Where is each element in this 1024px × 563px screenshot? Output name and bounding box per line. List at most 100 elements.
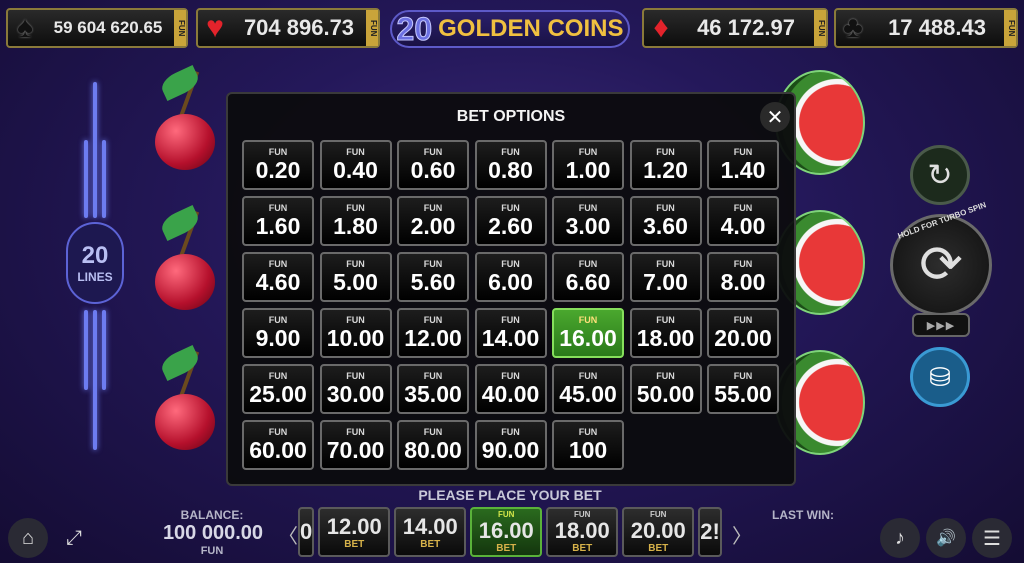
bet-option[interactable]: FUN 0.80 <box>474 140 547 190</box>
jackpot-spade: ♠ 59 604 620.65 FUN <box>6 8 188 48</box>
jackpot-currency: FUN <box>1004 10 1016 46</box>
bet-option[interactable]: FUN 14.00 <box>474 308 547 358</box>
bet-option-currency: FUN <box>656 315 675 325</box>
fullscreen-icon[interactable]: ⤢ <box>54 518 94 558</box>
bet-option-currency: FUN <box>656 147 675 157</box>
coins-icon: ⛁ <box>929 361 951 392</box>
bet-strip-label: BET <box>344 538 365 550</box>
bet-option-value: 14.00 <box>481 325 540 351</box>
bet-strip-label: BET <box>420 538 441 550</box>
bet-option[interactable]: FUN 40.00 <box>474 364 547 414</box>
bet-options-button[interactable]: ⛁ <box>910 347 970 407</box>
bet-option[interactable]: FUN 6.00 <box>474 252 547 302</box>
lines-count: 20 <box>81 242 109 269</box>
bet-option[interactable]: FUN 70.00 <box>319 420 392 470</box>
bet-option[interactable]: FUN 16.00 <box>552 308 624 358</box>
bet-option[interactable]: FUN 12.00 <box>397 308 469 358</box>
autoplay-button[interactable]: ↻ <box>910 145 970 205</box>
bet-option[interactable]: FUN 3.60 <box>629 196 702 246</box>
bet-strip-item[interactable]: 2! <box>698 507 722 557</box>
bet-option-currency: FUN <box>346 147 365 157</box>
bet-option-value: 100 <box>568 437 608 463</box>
bet-option[interactable]: FUN 18.00 <box>629 308 702 358</box>
bet-option-currency: FUN <box>578 147 598 157</box>
bet-option[interactable]: FUN 45.00 <box>552 364 624 414</box>
bet-option[interactable]: FUN 2.60 <box>474 196 547 246</box>
bet-option-currency: FUN <box>268 427 288 437</box>
bet-option[interactable]: FUN 4.00 <box>707 196 779 246</box>
bet-option[interactable]: FUN 3.00 <box>552 196 624 246</box>
bet-option[interactable]: FUN 55.00 <box>707 364 779 414</box>
bet-option[interactable]: FUN 30.00 <box>319 364 392 414</box>
home-icon[interactable]: ⌂ <box>8 518 48 558</box>
bet-option-currency: FUN <box>346 427 365 437</box>
bet-option-currency: FUN <box>656 203 675 213</box>
modal-title: BET OPTIONS <box>456 108 566 125</box>
bet-option[interactable]: FUN 1.00 <box>552 140 624 190</box>
bet-next-arrow[interactable]: 〉 <box>732 520 752 549</box>
cherry-symbol <box>155 345 225 450</box>
bet-option-value: 0.40 <box>333 157 378 183</box>
bet-option[interactable]: FUN 4.60 <box>242 252 314 302</box>
bet-option[interactable]: FUN 50.00 <box>629 364 702 414</box>
neon-line <box>93 310 97 450</box>
bet-option[interactable]: FUN 25.00 <box>242 364 314 414</box>
bet-option[interactable]: FUN 1.60 <box>242 196 314 246</box>
bet-option[interactable]: FUN 60.00 <box>242 420 314 470</box>
bet-option[interactable]: FUN 5.60 <box>397 252 469 302</box>
bet-option[interactable]: FUN 2.00 <box>397 196 469 246</box>
bet-option[interactable]: FUN 1.80 <box>319 196 392 246</box>
bet-option-value: 6.00 <box>488 269 533 295</box>
bet-option[interactable]: FUN 0.40 <box>319 140 392 190</box>
current-bet[interactable]: FUN 16.00 BET <box>470 507 543 557</box>
bet-option[interactable]: FUN 1.20 <box>629 140 702 190</box>
bet-option[interactable]: FUN 90.00 <box>474 420 547 470</box>
jackpot-amount: 46 172.97 <box>697 15 795 40</box>
balance-currency: FUN <box>200 545 224 557</box>
bet-strip-item[interactable]: 0 <box>298 507 315 557</box>
bet-option-currency: FUN <box>423 371 443 381</box>
menu-icon[interactable]: ☰ <box>972 518 1012 558</box>
bet-option-value: 60.00 <box>249 437 307 463</box>
jackpot-club: ♣ 17 488.43 FUN <box>834 8 1018 48</box>
bet-prev-arrow[interactable]: 〈 <box>278 520 298 549</box>
bet-option[interactable]: FUN 0.20 <box>242 140 314 190</box>
turbo-toggle[interactable]: ▶▶▶ <box>912 313 970 337</box>
bet-option[interactable]: FUN 9.00 <box>242 308 314 358</box>
bet-option-value: 0.60 <box>410 157 456 183</box>
bet-option-currency: FUN <box>423 259 443 269</box>
bet-option[interactable]: FUN 6.60 <box>552 252 624 302</box>
bet-option[interactable]: FUN 80.00 <box>397 420 469 470</box>
sound-icon[interactable]: 🔊 <box>926 518 966 558</box>
bet-options-modal: BET OPTIONS ✕ FUN 0.20 FUN 0.40 FUN 0.60 FUN 0.… <box>226 92 796 486</box>
bet-option-currency: FUN <box>578 203 598 213</box>
bet-strip-label: BET <box>496 543 517 554</box>
bet-option[interactable]: FUN 100 <box>552 420 624 470</box>
bet-option[interactable]: FUN 20.00 <box>707 308 779 358</box>
cherry-symbol <box>155 65 225 170</box>
bet-option-value: 9.00 <box>255 325 301 351</box>
music-icon[interactable]: ♪ <box>880 518 920 558</box>
bet-option-currency: FUN <box>268 147 288 157</box>
bet-strip-item[interactable]: 12.00 BET <box>318 507 391 557</box>
bet-option-currency: FUN <box>346 371 365 381</box>
bet-option[interactable]: FUN 0.60 <box>397 140 469 190</box>
bet-option-currency: FUN <box>423 315 443 325</box>
bet-option[interactable]: FUN 7.00 <box>629 252 702 302</box>
jackpot-amount: 59 604 620.65 <box>53 18 163 37</box>
bet-option-value: 10.00 <box>326 325 385 351</box>
bet-option[interactable]: FUN 5.00 <box>319 252 392 302</box>
bet-strip-item[interactable]: FUN 18.00 BET <box>546 507 619 557</box>
bet-option[interactable]: FUN 35.00 <box>397 364 469 414</box>
bet-option[interactable]: FUN 8.00 <box>707 252 779 302</box>
bet-strip-item[interactable]: 14.00 BET <box>394 507 467 557</box>
bet-option[interactable]: FUN 10.00 <box>319 308 392 358</box>
bet-option-value: 4.60 <box>255 269 301 295</box>
bet-strip-item[interactable]: FUN 20.00 BET <box>622 507 695 557</box>
diamond-icon: ♦ <box>653 11 669 44</box>
close-icon[interactable]: ✕ <box>760 102 790 132</box>
bet-option-value: 3.60 <box>643 213 688 239</box>
bet-option[interactable]: FUN 1.40 <box>707 140 779 190</box>
bet-option-value: 2.60 <box>488 213 533 239</box>
bet-option-currency: FUN <box>578 371 598 381</box>
